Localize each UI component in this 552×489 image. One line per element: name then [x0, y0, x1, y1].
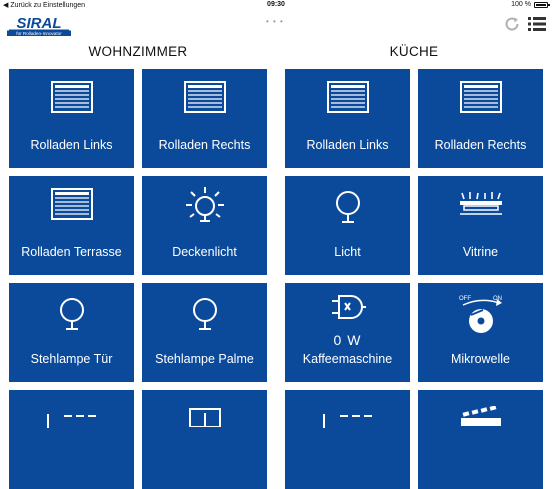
tile-wz-stehlampe-palme[interactable]: Stehlampe Palme — [142, 283, 267, 382]
battery-percent: 100 % — [511, 1, 531, 8]
tile-label: Rolladen Terrasse — [21, 245, 122, 259]
tile-label: Kaffeemaschine — [302, 352, 393, 366]
tile-wz-rolladen-links[interactable]: Rolladen Links — [9, 69, 134, 168]
dial-off-label: OFF — [459, 296, 471, 302]
tile-k-mikrowelle[interactable]: OFF ON Mikrowelle — [418, 283, 543, 382]
cabinet-light-icon — [459, 192, 502, 215]
tile-k-kaffeemaschine[interactable]: 0 W Kaffeemaschine — [285, 283, 410, 382]
tile-wz-rolladen-rechts[interactable]: Rolladen Rechts — [142, 69, 267, 168]
logo-sub-text: für Rolladen-Innovator — [16, 31, 62, 36]
bulb-icon — [59, 298, 84, 330]
partial-icon — [46, 414, 96, 428]
tile-label: Rolladen Links — [30, 138, 113, 152]
room-title-wohnzimmer: WOHNZIMMER — [88, 44, 188, 59]
tile-k-vitrine[interactable]: Vitrine — [418, 176, 543, 275]
tile-label: Deckenlicht — [172, 245, 237, 259]
refresh-icon[interactable] — [503, 15, 521, 33]
shutter-icon — [459, 81, 502, 113]
tile-k-rolladen-rechts[interactable]: Rolladen Rechts — [418, 69, 543, 168]
clock: 09:30 — [267, 1, 285, 8]
tile-label: Licht — [334, 245, 361, 259]
battery-status: 100 % — [511, 1, 550, 8]
tile-wz-partial-2[interactable] — [142, 390, 267, 489]
bulb-on-icon — [185, 187, 224, 222]
page-indicator: • • • — [266, 17, 284, 26]
partial-icon — [322, 414, 372, 428]
status-bar: ◀ Zurück zu Einstellungen 09:30 100 % — [0, 0, 552, 11]
bulb-icon — [335, 191, 360, 223]
tile-label: Vitrine — [462, 245, 499, 259]
tile-label: Rolladen Rechts — [158, 138, 251, 152]
room-title-kueche: KÜCHE — [389, 44, 439, 59]
tile-k-rolladen-links[interactable]: Rolladen Links — [285, 69, 410, 168]
tile-k-licht[interactable]: Licht — [285, 176, 410, 275]
tile-k-partial-2[interactable] — [418, 390, 543, 489]
shutter-icon — [50, 188, 93, 220]
shutter-icon — [50, 81, 93, 113]
tile-k-partial-1[interactable] — [285, 390, 410, 489]
battery-icon — [534, 1, 550, 8]
tile-wz-stehlampe-tuer[interactable]: Stehlampe Tür — [9, 283, 134, 382]
tile-label: Rolladen Links — [306, 138, 389, 152]
partial-icon — [188, 408, 221, 427]
power-value: 0 W — [333, 332, 362, 348]
logo-main-text: SIRAL — [17, 15, 62, 32]
tile-label: Stehlampe Tür — [30, 352, 113, 366]
partial-icon — [460, 406, 501, 426]
tile-wz-partial-1[interactable] — [9, 390, 134, 489]
battery-fill — [536, 3, 546, 6]
tile-wz-rolladen-terrasse[interactable]: Rolladen Terrasse — [9, 176, 134, 275]
shutter-icon — [326, 81, 369, 113]
siral-logo: SIRAL für Rolladen-Innovator — [7, 14, 71, 36]
dial-switch-icon: OFF ON — [459, 296, 502, 333]
tile-label: Rolladen Rechts — [434, 138, 527, 152]
shutter-icon — [183, 81, 226, 113]
tile-label: Stehlampe Palme — [155, 352, 254, 366]
list-menu-icon[interactable] — [528, 16, 546, 32]
tile-wz-deckenlicht[interactable]: Deckenlicht — [142, 176, 267, 275]
bulb-icon — [192, 298, 217, 330]
plug-icon — [331, 295, 366, 319]
tile-label: Mikrowelle — [450, 352, 511, 366]
